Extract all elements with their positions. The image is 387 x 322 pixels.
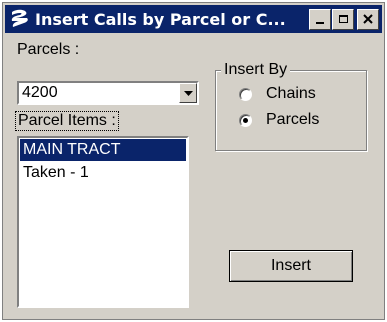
- dropdown-arrow-button[interactable]: [179, 83, 197, 103]
- maximize-icon: [338, 15, 348, 23]
- radio-button-checked-icon[interactable]: [239, 113, 252, 127]
- radio-parcels[interactable]: Parcels: [239, 111, 319, 129]
- minimize-icon: [316, 22, 324, 24]
- parcels-dropdown[interactable]: 4200: [17, 81, 199, 105]
- close-icon: [363, 14, 373, 24]
- dialog-window: Insert Calls by Parcel or C... Parcels :…: [2, 2, 385, 320]
- chevron-down-icon: [183, 90, 193, 96]
- radio-button-icon[interactable]: [239, 87, 252, 101]
- app-logo-icon: [7, 6, 33, 32]
- parcels-label: Parcels :: [17, 41, 80, 58]
- radio-chains-label: Chains: [266, 85, 316, 102]
- maximize-button[interactable]: [332, 8, 354, 30]
- insert-button[interactable]: Insert: [229, 250, 353, 282]
- radio-parcels-label: Parcels: [266, 111, 320, 128]
- title-bar[interactable]: Insert Calls by Parcel or C...: [5, 5, 382, 33]
- parcel-items-label: Parcel Items :: [15, 111, 119, 131]
- list-item[interactable]: MAIN TRACT: [20, 139, 186, 161]
- parcel-items-list[interactable]: MAIN TRACT Taken - 1: [17, 136, 189, 308]
- parcels-selected-value: 4200: [22, 84, 58, 101]
- close-button[interactable]: [357, 8, 379, 30]
- minimize-button[interactable]: [309, 8, 331, 30]
- radio-chains[interactable]: Chains: [239, 85, 316, 103]
- window-title: Insert Calls by Parcel or C...: [35, 9, 286, 29]
- insert-by-title: Insert By: [221, 61, 291, 79]
- list-item[interactable]: Taken - 1: [20, 162, 186, 184]
